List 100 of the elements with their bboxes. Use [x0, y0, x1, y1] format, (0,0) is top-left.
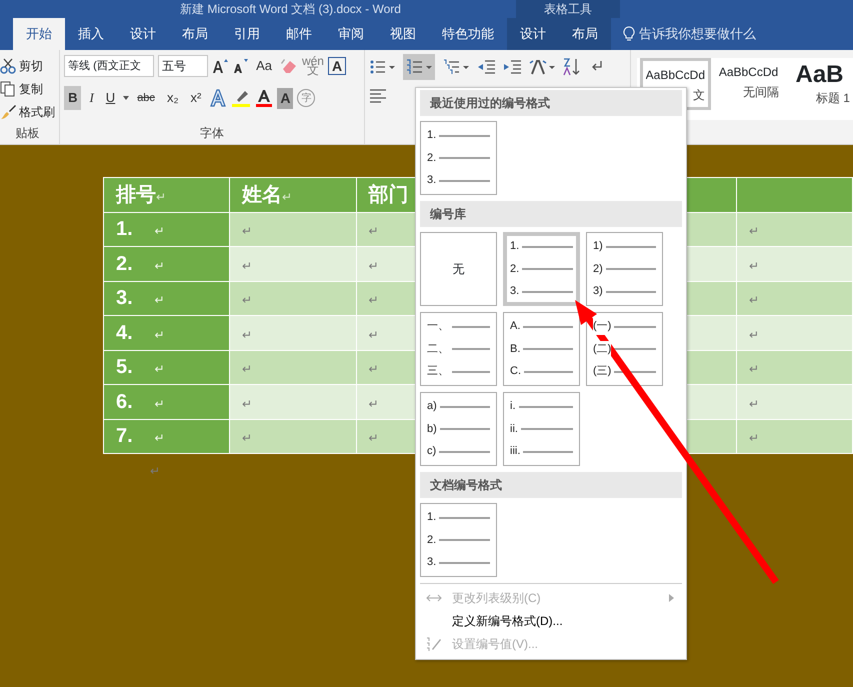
paragraph-mark: ↵	[242, 258, 252, 273]
superscript-button[interactable]: x²	[186, 86, 206, 110]
copy-button[interactable]: 复制	[19, 80, 43, 98]
ribbon-tab[interactable]: 邮件	[273, 18, 325, 50]
paragraph-mark: ↵	[242, 293, 252, 308]
character-border-button[interactable]: A	[328, 57, 346, 75]
paragraph-mark: ↵	[368, 293, 379, 308]
numbering-format-tile[interactable]: A. B. C.	[503, 312, 580, 386]
row-number: 7.	[116, 425, 133, 448]
paragraph-mark: ↵	[150, 463, 161, 480]
row-number: 4.	[116, 322, 133, 344]
ribbon-tab[interactable]: 设计	[117, 18, 169, 50]
brush-icon	[0, 104, 16, 120]
phonetic-guide-label[interactable]: wén	[302, 57, 324, 66]
increase-indent-icon	[503, 59, 522, 75]
paragraph-mark: ↵	[749, 224, 760, 238]
paragraph-mark: ↵	[242, 431, 252, 446]
header-cell: 排号	[116, 184, 156, 206]
paragraph-mark: ↵	[749, 328, 760, 342]
paragraph-mark: ↵	[154, 431, 165, 446]
paragraph-mark: ↵	[749, 293, 760, 308]
shrink-font-icon	[232, 58, 248, 74]
section-header: 编号库	[420, 201, 682, 227]
ribbon-tab[interactable]: 审阅	[325, 18, 377, 50]
row-number: 5.	[116, 356, 133, 378]
paragraph-mark: ↵	[368, 396, 379, 411]
paragraph-mark: ↵	[749, 431, 760, 446]
align-left-icon	[369, 88, 388, 104]
paragraph-mark: ↵	[749, 396, 760, 411]
level-arrows-icon	[426, 592, 442, 604]
set-value-icon	[426, 636, 442, 652]
eraser-icon	[280, 58, 298, 74]
search-field[interactable]: 告诉我你想要做什么	[639, 24, 756, 44]
numbering-format-tile[interactable]: 1. 2. 3.	[420, 503, 497, 577]
window-title: 新建 Microsoft Word 文档 (3).docx - Word	[180, 1, 402, 18]
paragraph-mark: ↵	[368, 431, 379, 446]
numbering-format-tile[interactable]: (一) (二) (三)	[586, 312, 663, 386]
paragraph-mark: ↵	[282, 190, 292, 204]
numbering-format-tile[interactable]: 1. 2. 3.	[503, 232, 580, 306]
numbering-format-tile[interactable]: 一、 二、 三、	[420, 312, 497, 386]
ribbon-tab[interactable]: 特色功能	[429, 18, 507, 50]
change-case-button[interactable]: Aa	[252, 54, 276, 78]
paragraph-mark: ↵	[242, 396, 252, 411]
header-cell: 姓名	[242, 184, 282, 206]
ribbon-tab[interactable]: 视图	[377, 18, 429, 50]
numbering-format-tile[interactable]: a) b) c)	[420, 392, 497, 466]
paragraph-mark: ↵	[242, 328, 252, 342]
lightbulb-icon	[623, 26, 635, 42]
phonetic-guide-char: 文	[306, 66, 319, 75]
ribbon-tab[interactable]: 开始	[13, 18, 65, 50]
context-tab-label: 表格工具	[516, 0, 620, 18]
header-cell: 部门	[368, 184, 409, 206]
paragraph-mark: ↵	[154, 328, 165, 342]
multilevel-list-icon	[443, 59, 470, 75]
numbering-format-tile[interactable]: i. ii. iii.	[503, 392, 580, 466]
ribbon-tab[interactable]: 设计	[507, 18, 559, 50]
paragraph-mark: ↵	[156, 190, 166, 204]
submenu-arrow-icon	[669, 594, 674, 602]
row-number: 6.	[116, 390, 133, 413]
ribbon-tab[interactable]: 引用	[221, 18, 273, 50]
style-gallery-item[interactable]: AaB 标题 1	[786, 58, 853, 110]
italic-button[interactable]: I	[85, 86, 98, 110]
bullets-icon	[369, 59, 396, 75]
style-gallery-item[interactable]: AaBbCcDd 无间隔	[715, 58, 782, 110]
ribbon-tab[interactable]: 插入	[65, 18, 117, 50]
paragraph-mark: ↵	[749, 362, 760, 376]
bold-button[interactable]: B	[64, 86, 82, 110]
paragraph-mark: ↵	[368, 362, 379, 376]
section-header: 文档编号格式	[420, 472, 682, 498]
cut-button[interactable]: 剪切	[19, 56, 43, 74]
row-number: 1.	[116, 218, 133, 240]
paragraph-mark: ↵	[242, 362, 252, 376]
numbering-format-tile[interactable]: 1) 2) 3)	[586, 232, 663, 306]
numbering-format-tile[interactable]: 无	[420, 232, 497, 306]
row-number: 2.	[116, 252, 133, 275]
underline-button[interactable]: U	[102, 86, 120, 110]
paragraph-mark: ↵	[368, 224, 379, 238]
font-name-field[interactable]: 等线 (西文正文	[64, 55, 154, 77]
group-label: 字体	[199, 125, 226, 142]
text-effects-icon	[209, 89, 228, 107]
ribbon-tab[interactable]: 布局	[559, 18, 611, 50]
format-painter-button[interactable]: 格式刷	[19, 102, 55, 120]
menu-item[interactable]: 定义新编号格式(D)...	[416, 609, 686, 632]
strikethrough-button[interactable]: abc	[133, 86, 159, 110]
subscript-button[interactable]: x₂	[162, 86, 182, 110]
numbering-button[interactable]	[403, 54, 436, 80]
sort-icon	[563, 58, 582, 76]
paragraph-mark: ↵	[749, 258, 760, 273]
paragraph-mark: ↵	[368, 258, 379, 273]
group-label: 贴板	[14, 125, 41, 142]
character-shading-button[interactable]: A	[277, 88, 294, 108]
paragraph-mark: ↵	[154, 293, 165, 308]
chinese-layout-icon	[529, 59, 556, 75]
numbering-icon	[406, 59, 432, 75]
grow-font-icon	[212, 58, 228, 74]
paragraph-mark: ↵	[242, 224, 252, 238]
numbering-format-tile[interactable]: 1. 2. 3.	[420, 121, 497, 195]
font-size-field[interactable]: 五号	[158, 55, 208, 77]
ribbon-tab[interactable]: 布局	[169, 18, 221, 50]
paragraph-mark: ↵	[154, 362, 165, 376]
